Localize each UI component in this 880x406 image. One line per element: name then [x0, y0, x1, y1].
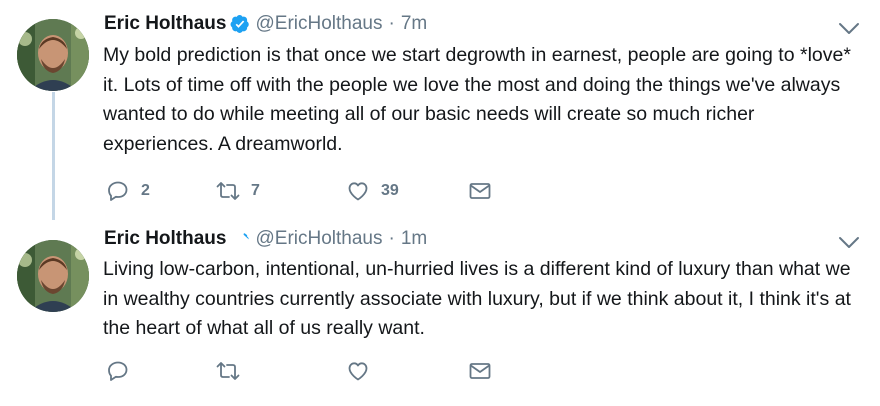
retweet-icon [216, 182, 240, 200]
heart-icon [348, 362, 368, 381]
timestamp[interactable]: 7m [401, 13, 427, 35]
retweet-count: 7 [251, 182, 260, 199]
envelope-icon [469, 363, 491, 379]
verified-badge-icon [236, 233, 250, 243]
like-button[interactable]: 39 [346, 178, 399, 204]
tweet-actions [106, 358, 526, 384]
retweet-button[interactable] [216, 358, 240, 384]
direct-message-button[interactable] [468, 178, 492, 204]
chevron-down-icon[interactable] [838, 236, 860, 250]
like-count: 39 [381, 182, 399, 199]
like-button[interactable] [346, 358, 370, 384]
envelope-icon [469, 183, 491, 199]
reply-icon [108, 361, 128, 381]
tweet-text: Living low-carbon, intentional, un-hurri… [103, 258, 851, 339]
direct-message-button[interactable] [468, 358, 492, 384]
separator-dot: · [388, 228, 395, 249]
reply-icon [108, 181, 128, 201]
reply-count: 2 [141, 182, 150, 199]
verified-badge-icon [231, 15, 250, 33]
chevron-down-icon[interactable] [838, 22, 860, 36]
tweet[interactable]: Eric Holthaus @EricHolthaus · 7m My bold… [0, 0, 880, 220]
username-handle[interactable]: @EricHolthaus [255, 13, 382, 35]
display-name[interactable]: Eric Holthaus [104, 13, 226, 35]
display-name[interactable]: Eric Holthaus [104, 228, 226, 250]
tweet-header: Eric Holthaus @EricHolthaus · 1m [104, 226, 427, 252]
avatar[interactable] [17, 240, 89, 312]
retweet-icon [216, 362, 240, 380]
timestamp[interactable]: 1m [401, 228, 427, 250]
tweet-header: Eric Holthaus @EricHolthaus · 7m [104, 11, 427, 37]
retweet-button[interactable]: 7 [216, 178, 260, 204]
tweet[interactable]: Eric Holthaus @EricHolthaus · 1m Living … [0, 222, 880, 406]
tweet-text: My bold prediction is that once we start… [103, 44, 851, 155]
heart-icon [348, 182, 368, 201]
reply-button[interactable] [106, 358, 130, 384]
tweet-actions: 2 7 39 [106, 178, 526, 204]
avatar[interactable] [17, 19, 89, 91]
reply-button[interactable]: 2 [106, 178, 150, 204]
username-handle[interactable]: @EricHolthaus [255, 228, 382, 250]
separator-dot: · [388, 13, 395, 34]
